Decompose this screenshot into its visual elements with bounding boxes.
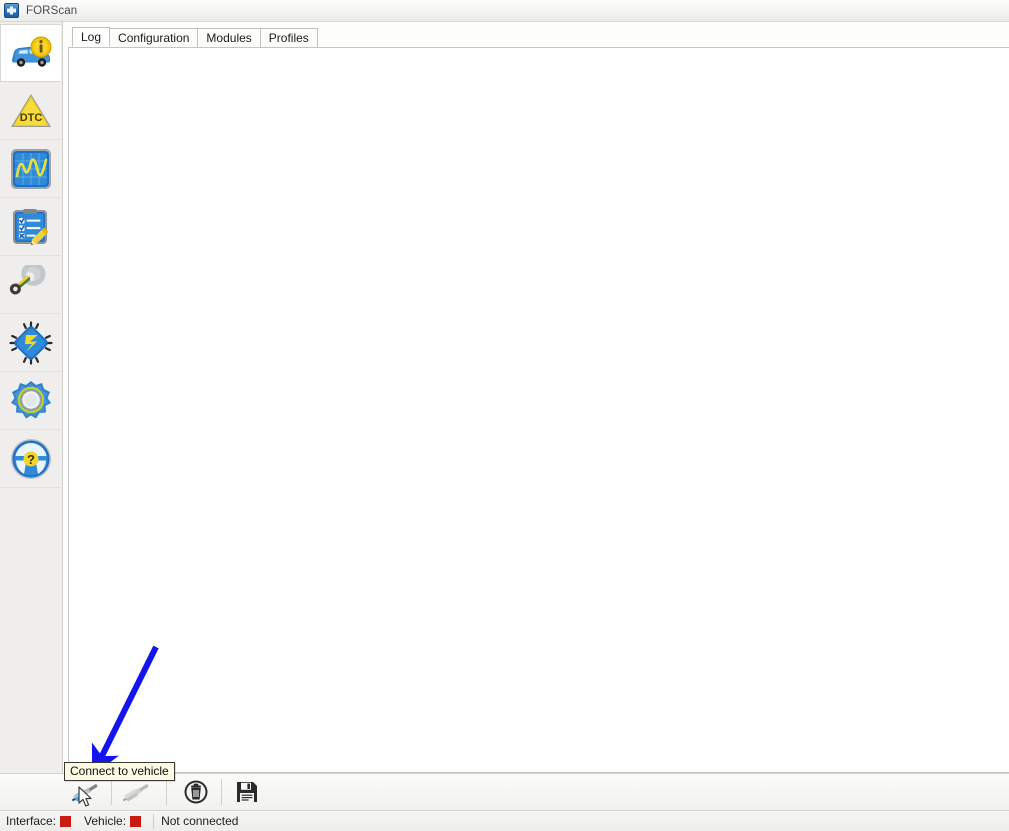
sidebar-item-settings[interactable] xyxy=(0,372,61,430)
log-actions-group xyxy=(174,777,269,808)
sidebar-item-data-logger[interactable] xyxy=(0,140,61,198)
sidebar-item-vehicle-information[interactable] xyxy=(0,24,61,82)
microchip-icon xyxy=(8,320,53,365)
tab-modules-label: Modules xyxy=(206,31,252,45)
status-vehicle: Vehicle: xyxy=(80,811,150,831)
car-info-icon xyxy=(8,36,54,70)
toolbar-separator-2 xyxy=(166,779,167,805)
svg-text:DTC: DTC xyxy=(19,112,42,124)
tab-modules[interactable]: Modules xyxy=(197,28,261,47)
window-body: DTC ? Log Configuration Modules Profiles xyxy=(0,22,1009,773)
sidebar-item-configuration-programming[interactable] xyxy=(0,314,61,372)
connect-to-vehicle-tooltip: Connect to vehicle xyxy=(64,762,175,781)
status-separator xyxy=(153,813,155,829)
forscan-app-icon xyxy=(4,3,19,18)
toolbar-separator-1 xyxy=(111,779,112,805)
main-content-area: Log Configuration Modules Profiles xyxy=(63,22,1009,773)
sidebar-navigation: DTC ? xyxy=(0,22,63,773)
tab-configuration-label: Configuration xyxy=(118,31,190,45)
floppy-save-icon xyxy=(235,780,259,804)
vehicle-status-led xyxy=(130,815,142,827)
sidebar-item-service-procedures[interactable] xyxy=(0,256,61,314)
tab-profiles[interactable]: Profiles xyxy=(259,28,318,47)
interface-label: Interface: xyxy=(6,814,57,828)
wrench-icon xyxy=(9,264,53,305)
tab-strip: Log Configuration Modules Profiles xyxy=(68,26,1009,47)
sidebar-item-tests[interactable] xyxy=(0,198,61,256)
vehicle-label: Vehicle: xyxy=(84,814,127,828)
sidebar-empty-space xyxy=(0,488,62,773)
checklist-pencil-icon xyxy=(10,206,52,248)
status-bar: Interface: Vehicle: Not connected xyxy=(0,810,1009,831)
trash-icon xyxy=(183,779,209,805)
tab-log[interactable]: Log xyxy=(72,27,111,47)
sidebar-item-dtc[interactable]: DTC xyxy=(0,82,61,140)
svg-text:?: ? xyxy=(27,452,35,467)
clear-log-button[interactable] xyxy=(174,777,218,808)
dtc-warning-triangle-icon: DTC xyxy=(9,91,53,131)
steering-wheel-question-icon: ? xyxy=(9,437,53,481)
title-bar: FORScan xyxy=(0,0,1009,22)
forscan-application-window: FORScan DTC ? Log Configuration Modules … xyxy=(0,0,1009,831)
gear-settings-icon xyxy=(9,379,53,423)
connector-plug-gray-icon xyxy=(120,779,154,805)
tab-log-label: Log xyxy=(81,30,102,44)
window-title: FORScan xyxy=(26,4,78,17)
log-text-area[interactable] xyxy=(68,47,1009,773)
oscilloscope-graph-icon xyxy=(10,148,52,190)
disconnect-from-vehicle-button[interactable] xyxy=(115,777,159,808)
status-connection: Not connected xyxy=(157,811,242,831)
sidebar-item-help[interactable]: ? xyxy=(0,430,61,488)
status-interface: Interface: xyxy=(2,811,80,831)
toolbar-separator-3 xyxy=(221,779,222,805)
mouse-cursor xyxy=(78,786,92,807)
tab-profiles-label: Profiles xyxy=(268,31,309,45)
save-log-button[interactable] xyxy=(225,777,269,808)
connection-status-text: Not connected xyxy=(161,814,239,828)
interface-status-led xyxy=(60,815,72,827)
tab-configuration[interactable]: Configuration xyxy=(109,28,199,47)
